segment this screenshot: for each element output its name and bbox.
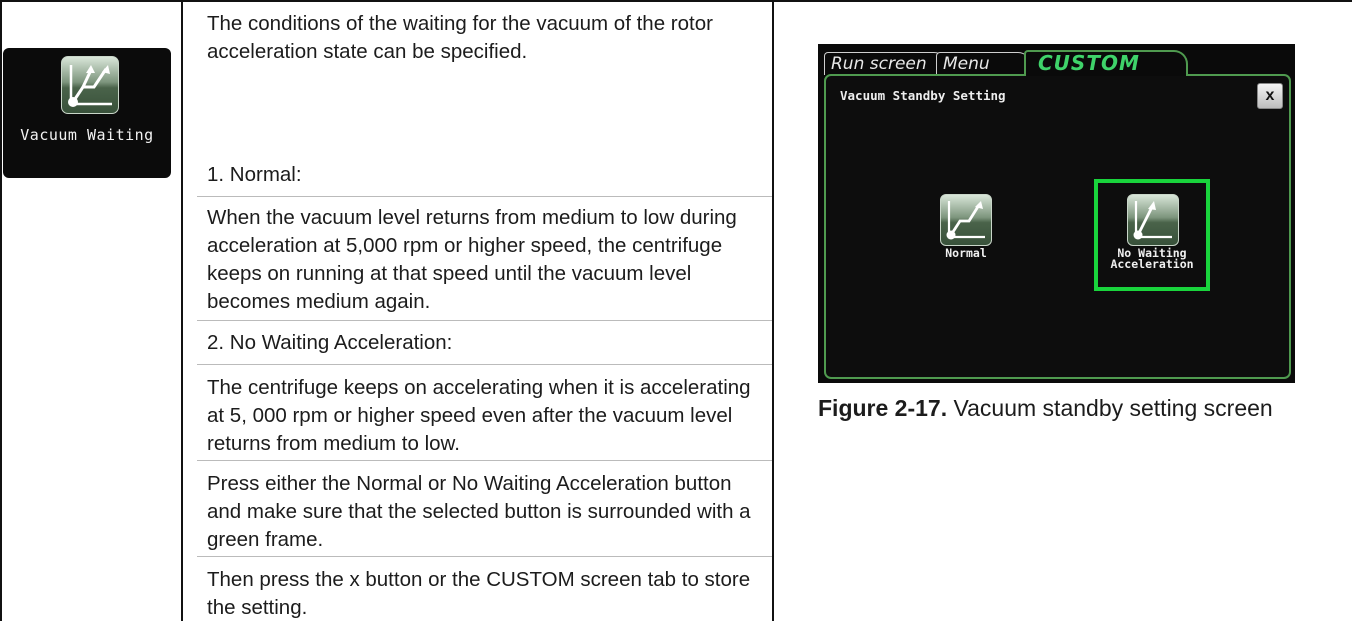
panel-title: Vacuum Standby Setting [840, 88, 1006, 103]
vacuum-waiting-tile: Vacuum Waiting [3, 48, 171, 178]
nowait-heading: 2. No Waiting Acceleration: [207, 331, 453, 354]
normal-text: When the vacuum level returns from mediu… [207, 206, 737, 313]
column-divider-1 [181, 0, 183, 621]
vacuum-waiting-label: Vacuum Waiting [20, 126, 154, 144]
vacuum-standby-screen: Run screen Menu Vacuum Standby Setting N… [818, 44, 1295, 383]
normal-heading: 1. Normal: [207, 163, 302, 186]
table-left-border [0, 0, 2, 621]
nowait-text: The centrifuge keeps on accelerating whe… [207, 376, 751, 455]
normal-icon[interactable] [940, 194, 992, 246]
tab-custom[interactable]: CUSTOM [1024, 50, 1188, 76]
row-divider [197, 556, 772, 557]
close-button[interactable]: x [1257, 83, 1283, 109]
store-text: Then press the x button or the CUSTOM sc… [207, 568, 751, 619]
tab-menu[interactable]: Menu [936, 52, 1032, 75]
tab-run-screen[interactable]: Run screen [824, 52, 948, 75]
press-text: Press either the Normal or No Waiting Ac… [207, 472, 751, 551]
vacuum-waiting-icon [61, 56, 119, 114]
no-waiting-acceleration-icon[interactable] [1127, 194, 1179, 246]
row-divider [197, 364, 772, 365]
figure-caption: Figure 2-17. Vacuum standby setting scre… [818, 395, 1273, 422]
no-waiting-label-2: Acceleration [1110, 257, 1194, 271]
table-top-border [0, 0, 1352, 2]
intro-text: The conditions of the waiting for the va… [207, 12, 713, 63]
figure-caption-text: Vacuum standby setting screen [953, 395, 1273, 421]
row-divider [197, 320, 772, 321]
settings-panel: Vacuum Standby Setting Normal No Waiting… [824, 74, 1291, 379]
column-divider-2 [772, 0, 774, 621]
row-divider [197, 460, 772, 461]
normal-label: Normal [945, 246, 987, 260]
row-divider [197, 196, 772, 197]
figure-number: Figure 2-17. [818, 395, 948, 421]
